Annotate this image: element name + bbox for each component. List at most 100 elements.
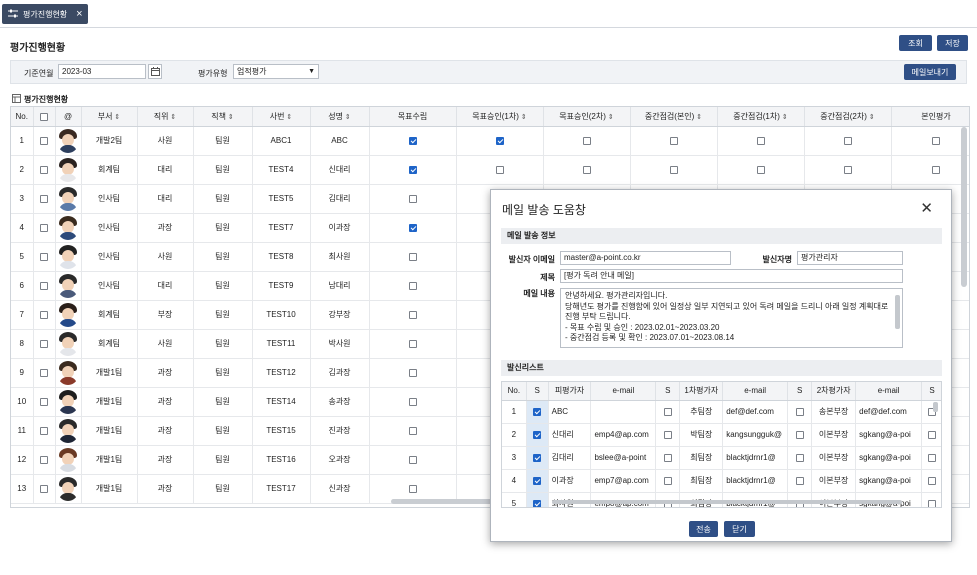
sort-icon[interactable]: ⇕ — [343, 114, 351, 121]
send-checkbox[interactable] — [533, 476, 542, 485]
column-header[interactable]: @ — [55, 107, 82, 127]
row-checkbox[interactable] — [40, 252, 48, 261]
send-checkbox[interactable] — [928, 453, 937, 462]
select-all-checkbox[interactable] — [40, 112, 48, 121]
textarea-scrollbar[interactable] — [895, 295, 900, 329]
table-row[interactable]: 2 회계팀 대리 팀원 TEST4 신대리 — [11, 155, 969, 185]
row-checkbox[interactable] — [40, 368, 48, 377]
goal-setting-checkbox[interactable] — [408, 397, 417, 406]
column-header[interactable]: 목표수립 — [369, 107, 457, 127]
list-item[interactable]: 3 김대리 bslee@a-point 최팀장 blacktjdrnr1@ 이본부장 sgk… — [502, 446, 941, 470]
goal-setting-checkbox[interactable] — [408, 426, 417, 435]
goal-setting-checkbox[interactable] — [408, 252, 417, 261]
send-checkbox[interactable] — [928, 476, 937, 485]
close-button[interactable]: 닫기 — [724, 521, 755, 537]
goal-approval1-checkbox[interactable] — [495, 165, 504, 174]
list-horizontal-scrollbar[interactable] — [552, 500, 902, 504]
send-checkbox[interactable] — [663, 407, 672, 416]
query-button[interactable]: 조회 — [899, 35, 932, 51]
row-checkbox[interactable] — [40, 310, 48, 319]
goal-setting-checkbox[interactable] — [408, 136, 417, 145]
sort-icon[interactable]: ⇕ — [226, 114, 234, 121]
row-checkbox[interactable] — [40, 339, 48, 348]
sort-icon[interactable]: ⇕ — [780, 114, 788, 121]
column-header[interactable]: 성명 ⇕ — [310, 107, 370, 127]
send-checkbox[interactable] — [533, 407, 542, 416]
send-checkbox[interactable] — [663, 476, 672, 485]
send-checkbox[interactable] — [533, 453, 542, 462]
goal-setting-checkbox[interactable] — [408, 223, 417, 232]
list-vertical-scrollbar[interactable] — [933, 402, 938, 412]
column-header[interactable]: 부서 ⇕ — [81, 107, 138, 127]
midcheck1-checkbox[interactable] — [756, 165, 765, 174]
send-checkbox[interactable] — [663, 430, 672, 439]
send-checkbox[interactable] — [533, 430, 542, 439]
row-checkbox[interactable] — [40, 484, 48, 493]
self-eval-checkbox[interactable] — [932, 136, 940, 145]
sort-icon[interactable]: ⇕ — [694, 114, 702, 121]
goal-setting-checkbox[interactable] — [408, 194, 417, 203]
content-textarea[interactable]: 안녕하세요. 평가관리자입니다. 당해년도 평가를 진행함에 있어 일정상 일부… — [560, 288, 903, 348]
send-checkbox[interactable] — [795, 453, 804, 462]
subject-input[interactable]: [평가 독려 안내 메일] — [560, 269, 903, 283]
goal-approval1-checkbox[interactable] — [495, 136, 504, 145]
tab-evaluation-progress[interactable]: 평가진행현황 × — [2, 4, 88, 24]
goal-setting-checkbox[interactable] — [408, 165, 417, 174]
midcheck2-checkbox[interactable] — [843, 136, 852, 145]
row-checkbox[interactable] — [40, 281, 48, 290]
calendar-icon[interactable] — [148, 64, 162, 79]
send-mail-button[interactable]: 메일보내기 — [904, 64, 956, 80]
base-month-input[interactable]: 2023-03 — [58, 64, 146, 79]
send-checkbox[interactable] — [663, 453, 672, 462]
list-item[interactable]: 1 ABC 추팀장 def@def.com 송본부장 def@def.com — [502, 400, 941, 424]
column-header[interactable]: 직책 ⇕ — [193, 107, 253, 127]
list-item[interactable]: 4 이과장 emp7@ap.com 최팀장 blacktjdrnr1@ 이본부장 sgkan… — [502, 469, 941, 493]
column-header[interactable]: 직위 ⇕ — [137, 107, 194, 127]
row-checkbox[interactable] — [40, 223, 48, 232]
send-button[interactable]: 전송 — [689, 521, 718, 537]
row-checkbox[interactable] — [40, 455, 48, 464]
goal-approval2-checkbox[interactable] — [582, 136, 591, 145]
row-checkbox[interactable] — [40, 194, 48, 203]
goal-setting-checkbox[interactable] — [408, 368, 417, 377]
column-header[interactable]: No. — [11, 107, 34, 127]
save-button[interactable]: 저장 — [937, 35, 968, 51]
row-checkbox[interactable] — [40, 136, 48, 145]
sort-icon[interactable]: ⇕ — [867, 114, 875, 121]
sort-icon[interactable]: ⇕ — [168, 114, 176, 121]
goal-approval2-checkbox[interactable] — [582, 165, 591, 174]
list-item[interactable]: 2 신대리 emp4@ap.com 박팀장 kangsungguk@ 이본부장 sgkang… — [502, 423, 941, 447]
send-checkbox[interactable] — [928, 430, 937, 439]
column-header[interactable]: 목표승인(2차) ⇕ — [543, 107, 631, 127]
column-header[interactable]: 사번 ⇕ — [252, 107, 311, 127]
goal-setting-checkbox[interactable] — [408, 339, 417, 348]
column-header[interactable] — [33, 107, 56, 127]
goal-setting-checkbox[interactable] — [408, 455, 417, 464]
goal-setting-checkbox[interactable] — [408, 281, 417, 290]
sort-icon[interactable]: ⇕ — [112, 114, 120, 121]
table-row[interactable]: 1 개발2팀 사원 팀원 ABC1 ABC — [11, 126, 969, 156]
send-checkbox[interactable] — [928, 499, 937, 507]
send-checkbox[interactable] — [533, 499, 542, 507]
send-checkbox[interactable] — [795, 430, 804, 439]
column-header[interactable]: 중간점검(본인) ⇕ — [630, 107, 718, 127]
send-checkbox[interactable] — [795, 407, 804, 416]
midcheck2-checkbox[interactable] — [843, 165, 852, 174]
sort-icon[interactable]: ⇕ — [519, 114, 527, 121]
column-header[interactable]: 목표승인(1차) ⇕ — [456, 107, 544, 127]
close-icon[interactable]: ✕ — [920, 199, 933, 217]
column-header[interactable]: 중간점검(2차) ⇕ — [804, 107, 892, 127]
sender-name-input[interactable]: 평가관리자 — [797, 251, 903, 265]
row-checkbox[interactable] — [40, 397, 48, 406]
goal-setting-checkbox[interactable] — [408, 310, 417, 319]
vertical-scrollbar[interactable] — [961, 127, 967, 287]
goal-setting-checkbox[interactable] — [408, 484, 417, 493]
eval-type-select[interactable]: 업적평가 ▼ — [233, 64, 319, 79]
send-checkbox[interactable] — [795, 476, 804, 485]
sort-icon[interactable]: ⇕ — [284, 114, 292, 121]
sender-email-input[interactable]: master@a-point.co.kr — [560, 251, 731, 265]
midcheck1-checkbox[interactable] — [756, 136, 765, 145]
sort-icon[interactable]: ⇕ — [606, 114, 614, 121]
close-icon[interactable]: × — [76, 9, 82, 20]
column-header[interactable]: 본인평가 — [891, 107, 969, 127]
